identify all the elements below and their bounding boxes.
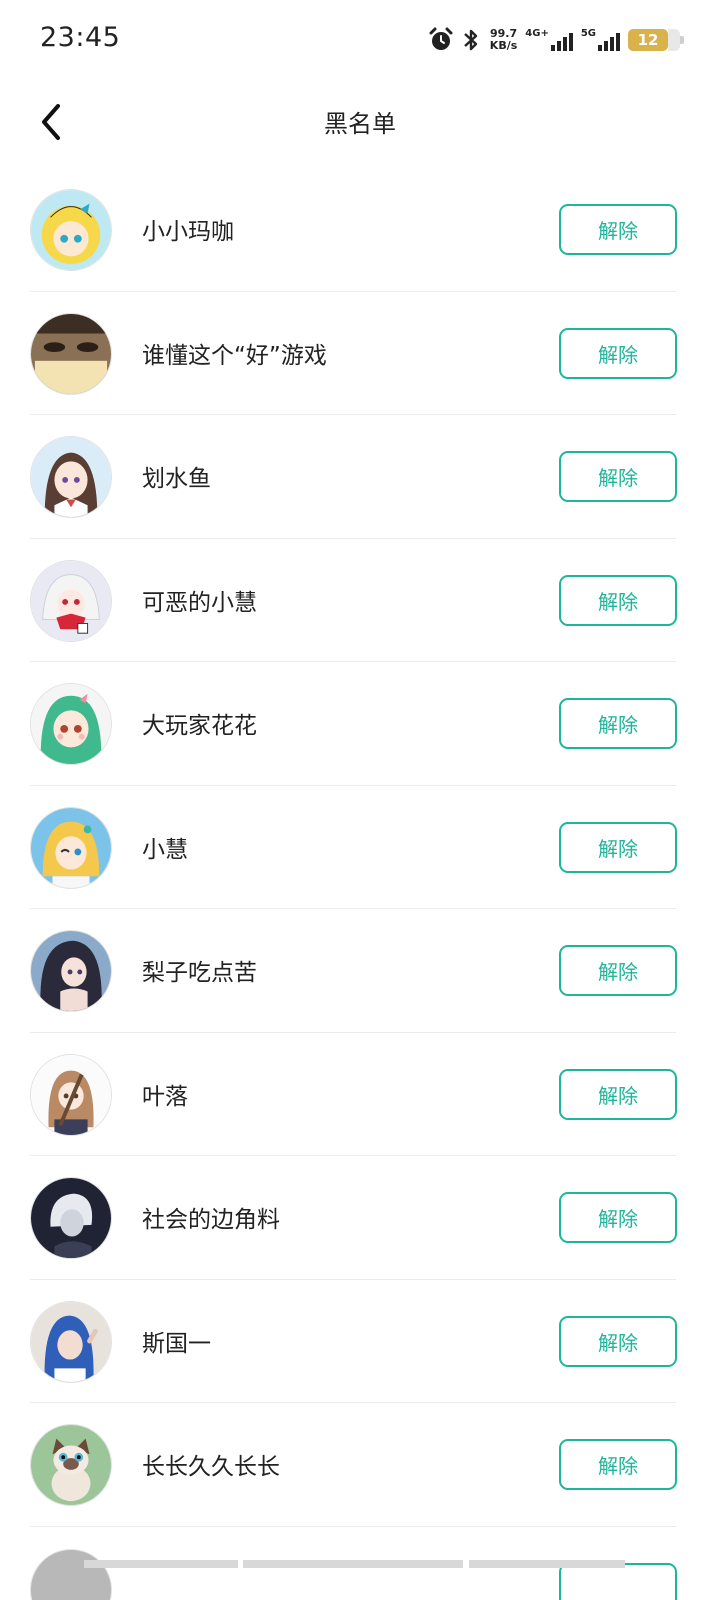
avatar[interactable] [30, 1424, 112, 1506]
list-item: 大玩家花花 解除 [0, 662, 720, 786]
avatar[interactable] [30, 806, 112, 889]
unblock-button[interactable]: 解除 [559, 945, 677, 996]
unblock-button[interactable]: 解除 [559, 1068, 677, 1120]
user-name: 梨子吃点苦 [142, 960, 257, 986]
unblock-button[interactable]: 解除 [559, 204, 677, 255]
page-title: 黑名单 [324, 110, 396, 138]
partial-banner-segment [243, 1560, 463, 1568]
user-name: 可恶的小慧 [142, 589, 257, 616]
avatar[interactable] [30, 1177, 112, 1259]
bluetooth-icon [462, 27, 480, 53]
list-item: 长长久久长长 解除 [0, 1403, 720, 1527]
alarm-icon [428, 27, 454, 53]
avatar[interactable] [30, 1300, 112, 1383]
user-name: 斯国一 [142, 1330, 211, 1357]
status-time: 23:45 [40, 22, 121, 53]
user-name: 谁懂这个“好”游戏 [142, 342, 327, 369]
list-item: 梨子吃点苦 解除 [0, 909, 720, 1033]
list-item: 社会的边角料 解除 [0, 1156, 720, 1280]
avatar[interactable] [30, 436, 112, 518]
avatar[interactable] [30, 683, 112, 765]
avatar[interactable] [30, 312, 112, 395]
status-icons: 99.7 KB/s 4G+ 5G 12 [428, 24, 684, 56]
speed-unit: KB/s [489, 39, 518, 52]
avatar[interactable] [30, 930, 112, 1012]
unblock-button[interactable]: 解除 [559, 1315, 677, 1367]
signal-5g-label: 5G [580, 28, 596, 39]
list-item: 叶落 解除 [0, 1033, 720, 1157]
list-item: 斯国一 解除 [0, 1280, 720, 1404]
user-name: 长长久久长长 [142, 1454, 280, 1480]
avatar[interactable] [30, 189, 112, 271]
list-item: 划水鱼 解除 [0, 415, 720, 539]
list-item: 谁懂这个“好”游戏 解除 [0, 292, 720, 416]
user-name: 划水鱼 [142, 466, 211, 492]
avatar[interactable] [30, 559, 112, 642]
user-name: 叶落 [142, 1083, 188, 1110]
battery-level: 12 [637, 31, 659, 49]
list-item: 小慧 解除 [0, 786, 720, 910]
signal-4g-label: 4G+ [525, 28, 549, 39]
network-speed: 99.7 KB/s [490, 28, 517, 52]
signal-5g: 5G [581, 29, 620, 51]
unblock-button[interactable]: 解除 [559, 1439, 677, 1490]
blocklist: 小小玛咖 解除 谁懂这个“好”游戏 解除 划水鱼 解除 可恶的小慧 解除 大玩家… [0, 168, 720, 1600]
unblock-button[interactable]: 解除 [559, 574, 677, 626]
user-name: 小小玛咖 [142, 219, 234, 245]
partial-banner-segment [84, 1560, 238, 1568]
user-name: 小慧 [142, 836, 188, 863]
list-item: 可恶的小慧 解除 [0, 539, 720, 663]
unblock-button[interactable]: 解除 [559, 327, 677, 379]
avatar[interactable] [30, 1053, 112, 1136]
list-item-partial [0, 1527, 720, 1600]
partial-banner-segment [469, 1560, 625, 1568]
status-bar: 23:45 99.7 KB/s 4G+ 5G 12 [0, 0, 720, 80]
nav-bar: 黑名单 [0, 80, 720, 164]
unblock-button[interactable]: 解除 [559, 821, 677, 873]
list-item: 小小玛咖 解除 [0, 168, 720, 292]
user-name: 大玩家花花 [142, 713, 257, 739]
unblock-button[interactable]: 解除 [559, 451, 677, 502]
signal-4g: 4G+ [525, 29, 573, 51]
unblock-button[interactable]: 解除 [559, 698, 677, 749]
user-name: 社会的边角料 [142, 1207, 280, 1233]
signal-5g-bars-icon [598, 29, 620, 51]
battery-icon: 12 [628, 29, 684, 51]
unblock-button[interactable] [559, 1562, 677, 1600]
signal-4g-bars-icon [550, 29, 573, 51]
avatar[interactable] [30, 1548, 112, 1600]
unblock-button[interactable]: 解除 [559, 1192, 677, 1243]
